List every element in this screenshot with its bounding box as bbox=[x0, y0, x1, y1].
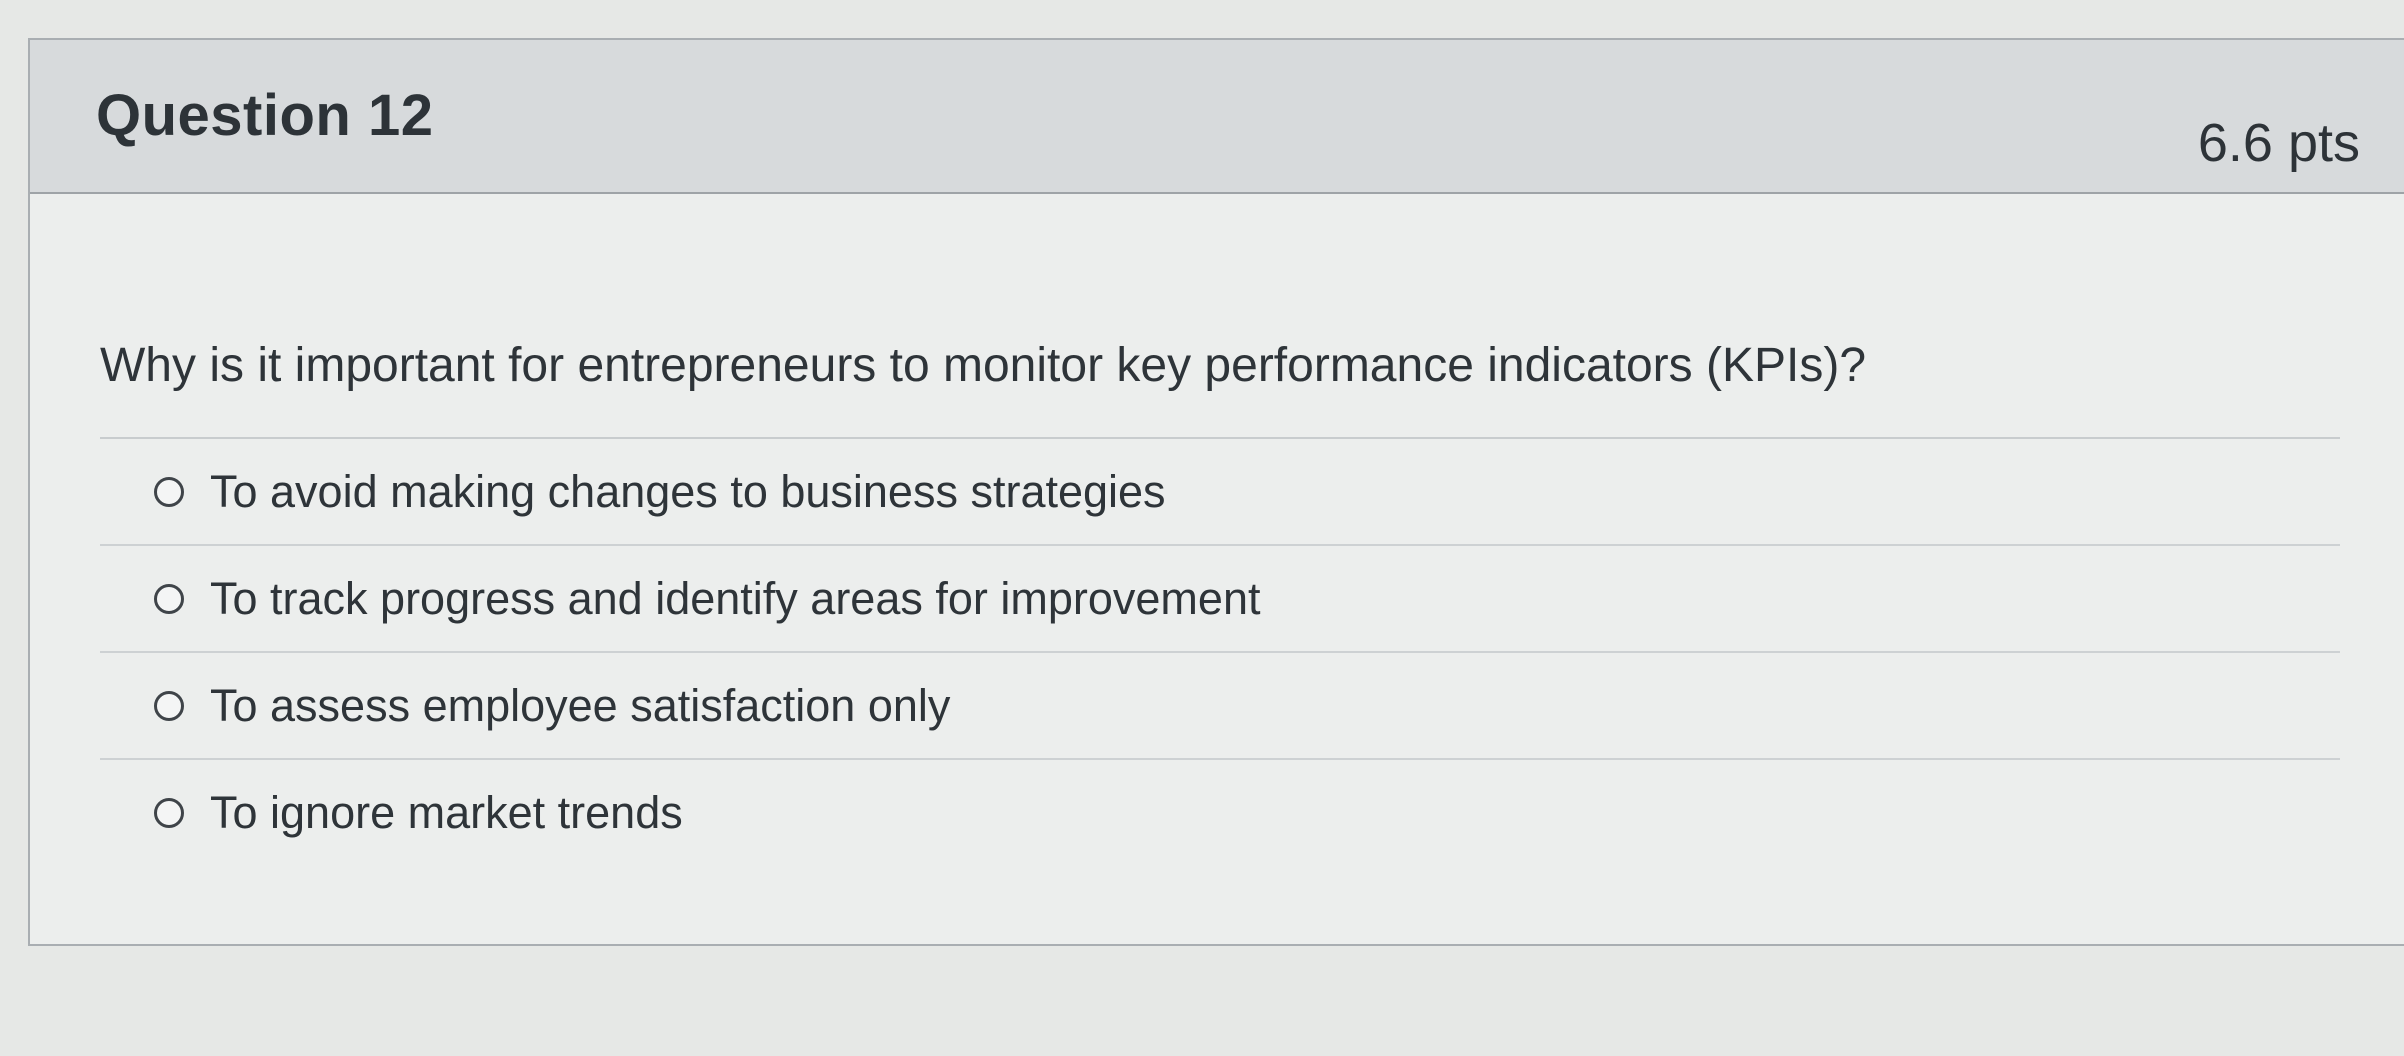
question-prompt: Why is it important for entrepreneurs to… bbox=[100, 339, 1867, 392]
answer-label[interactable]: To avoid making changes to business stra… bbox=[210, 466, 1166, 518]
answer-label[interactable]: To assess employee satisfaction only bbox=[210, 680, 950, 732]
answer-option[interactable]: To avoid making changes to business stra… bbox=[100, 439, 2340, 546]
radio-button[interactable] bbox=[154, 583, 184, 614]
answer-option[interactable]: To assess employee satisfaction only bbox=[100, 653, 2340, 760]
answer-option[interactable]: To ignore market trends bbox=[100, 760, 2340, 865]
question-card: Question 12 6.6 pts Why is it important … bbox=[28, 38, 2404, 946]
question-title: Question 12 bbox=[96, 83, 434, 148]
answer-label[interactable]: To ignore market trends bbox=[210, 787, 683, 839]
question-points: 6.6 pts bbox=[2197, 113, 2360, 173]
answer-option[interactable]: To track progress and identify areas for… bbox=[100, 546, 2340, 653]
radio-button[interactable] bbox=[154, 476, 184, 507]
radio-button[interactable] bbox=[154, 690, 184, 721]
question-header: Question 12 6.6 pts bbox=[30, 40, 2404, 194]
question-body: Why is it important for entrepreneurs to… bbox=[30, 192, 2404, 944]
radio-button[interactable] bbox=[154, 797, 184, 828]
answer-label[interactable]: To track progress and identify areas for… bbox=[210, 573, 1260, 625]
answer-list: To avoid making changes to business stra… bbox=[100, 437, 2340, 865]
